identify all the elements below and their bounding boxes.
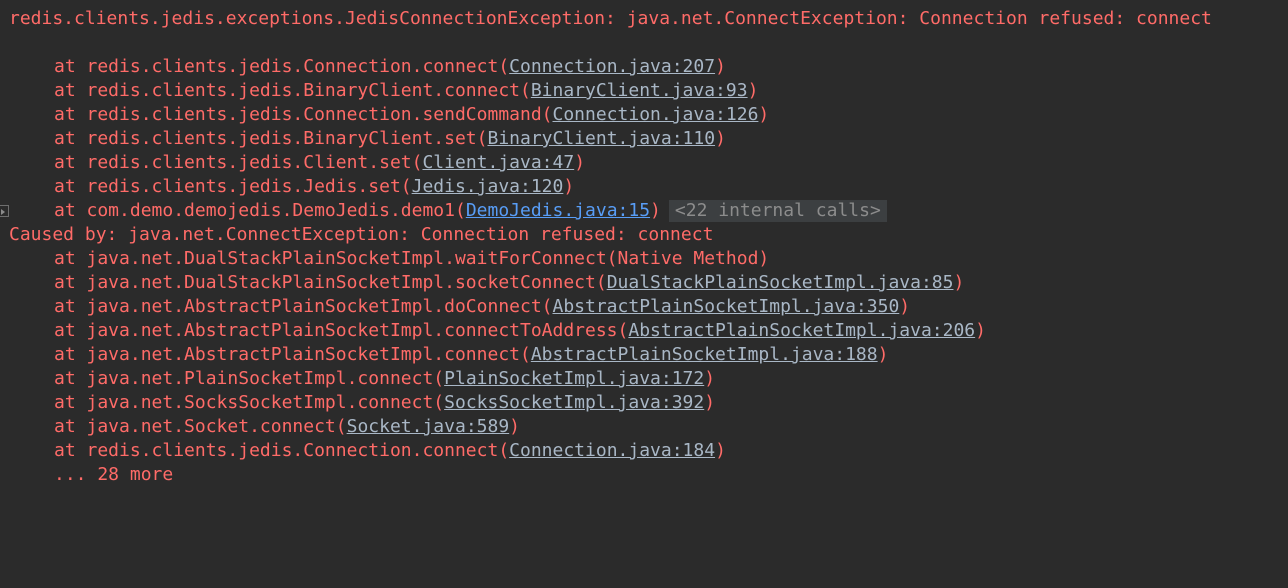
- stack-frame: at java.net.AbstractPlainSocketImpl.conn…: [0, 343, 888, 367]
- stack-frame: at redis.clients.jedis.BinaryClient.set(…: [0, 127, 726, 151]
- frame-text: at redis.clients.jedis.BinaryClient.set(: [54, 128, 488, 149]
- internal-calls-fold[interactable]: <22 internal calls>: [668, 200, 887, 222]
- frame-text: at java.net.SocksSocketImpl.connect(: [54, 392, 445, 413]
- source-link[interactable]: Connection.java:184: [509, 440, 715, 461]
- frame-suffix: ): [704, 392, 716, 413]
- stack-frame: at redis.clients.jedis.Connection.sendCo…: [0, 103, 769, 127]
- console-output: redis.clients.jedis.exceptions.JedisConn…: [0, 0, 1288, 498]
- source-link[interactable]: Connection.java:207: [509, 56, 715, 77]
- exception-header: redis.clients.jedis.exceptions.JedisConn…: [9, 8, 1212, 29]
- stack-frame: at java.net.DualStackPlainSocketImpl.wai…: [0, 247, 769, 271]
- source-link[interactable]: DemoJedis.java:15: [466, 200, 650, 221]
- frame-text: at redis.clients.jedis.Connection.connec…: [54, 56, 510, 77]
- stack-frame: at java.net.AbstractPlainSocketImpl.conn…: [0, 319, 986, 343]
- stack-frame: at java.net.DualStackPlainSocketImpl.soc…: [0, 271, 964, 295]
- more-frames-line: ... 28 more: [54, 464, 174, 485]
- source-link[interactable]: Client.java:47: [422, 152, 574, 173]
- stack-frame: at redis.clients.jedis.Connection.connec…: [0, 439, 726, 463]
- stack-frame: at redis.clients.jedis.BinaryClient.conn…: [0, 79, 758, 103]
- source-link[interactable]: BinaryClient.java:110: [487, 128, 715, 149]
- source-link[interactable]: Socket.java:589: [347, 416, 510, 437]
- frame-text: at java.net.PlainSocketImpl.connect(: [54, 368, 445, 389]
- stack-frame: at redis.clients.jedis.Jedis.set(Jedis.j…: [0, 175, 574, 199]
- frame-suffix: ): [509, 416, 521, 437]
- frame-suffix: ): [715, 440, 726, 461]
- caused-by-line: Caused by: java.net.ConnectException: Co…: [9, 224, 714, 245]
- stack-frame: at redis.clients.jedis.Connection.connec…: [0, 55, 726, 79]
- frame-text: at redis.clients.jedis.Connection.connec…: [54, 440, 510, 461]
- frame-suffix: ): [899, 296, 911, 317]
- frame-suffix: ): [877, 344, 889, 365]
- frame-text: at redis.clients.jedis.Connection.sendCo…: [54, 104, 553, 125]
- frame-text: at java.net.AbstractPlainSocketImpl.conn…: [54, 320, 629, 341]
- frame-text: at java.net.Socket.connect(: [54, 416, 347, 437]
- frame-suffix: ): [747, 80, 759, 101]
- frame-suffix: ): [975, 320, 986, 341]
- frame-suffix: ): [574, 152, 586, 173]
- stack-frame: at redis.clients.jedis.Client.set(Client…: [0, 151, 585, 175]
- stack-frame: at java.net.AbstractPlainSocketImpl.doCo…: [0, 295, 910, 319]
- frame-suffix: ): [953, 272, 965, 293]
- frame-text: at java.net.DualStackPlainSocketImpl.soc…: [54, 272, 607, 293]
- stack-frame: at java.net.SocksSocketImpl.connect(Sock…: [0, 391, 715, 415]
- frame-suffix: ): [563, 176, 575, 197]
- stack-frame: at java.net.Socket.connect(Socket.java:5…: [0, 415, 520, 439]
- frame-suffix: ): [758, 104, 770, 125]
- frame-text: at java.net.AbstractPlainSocketImpl.conn…: [54, 344, 531, 365]
- frame-text: at java.net.DualStackPlainSocketImpl.wai…: [54, 248, 770, 269]
- frame-text: at java.net.AbstractPlainSocketImpl.doCo…: [54, 296, 553, 317]
- source-link[interactable]: Connection.java:126: [553, 104, 759, 125]
- source-link[interactable]: PlainSocketImpl.java:172: [444, 368, 704, 389]
- frame-text: at redis.clients.jedis.Jedis.set(: [54, 176, 412, 197]
- source-link[interactable]: Jedis.java:120: [412, 176, 564, 197]
- frame-suffix: ): [715, 56, 726, 77]
- source-link[interactable]: BinaryClient.java:93: [531, 80, 748, 101]
- frame-suffix: ): [650, 200, 661, 221]
- source-link[interactable]: AbstractPlainSocketImpl.java:188: [531, 344, 878, 365]
- source-link[interactable]: SocksSocketImpl.java:392: [444, 392, 704, 413]
- stack-frame-user: at com.demo.demojedis.DemoJedis.demo1(De…: [0, 199, 887, 223]
- frame-suffix: ): [715, 128, 726, 149]
- frame-text: at redis.clients.jedis.BinaryClient.conn…: [54, 80, 531, 101]
- source-link[interactable]: AbstractPlainSocketImpl.java:206: [628, 320, 975, 341]
- frame-text: at redis.clients.jedis.Client.set(: [54, 152, 423, 173]
- source-link[interactable]: AbstractPlainSocketImpl.java:350: [553, 296, 900, 317]
- stack-frame: at java.net.PlainSocketImpl.connect(Plai…: [0, 367, 715, 391]
- frame-suffix: ): [704, 368, 716, 389]
- frame-text: at com.demo.demojedis.DemoJedis.demo1(: [54, 200, 466, 221]
- source-link[interactable]: DualStackPlainSocketImpl.java:85: [607, 272, 954, 293]
